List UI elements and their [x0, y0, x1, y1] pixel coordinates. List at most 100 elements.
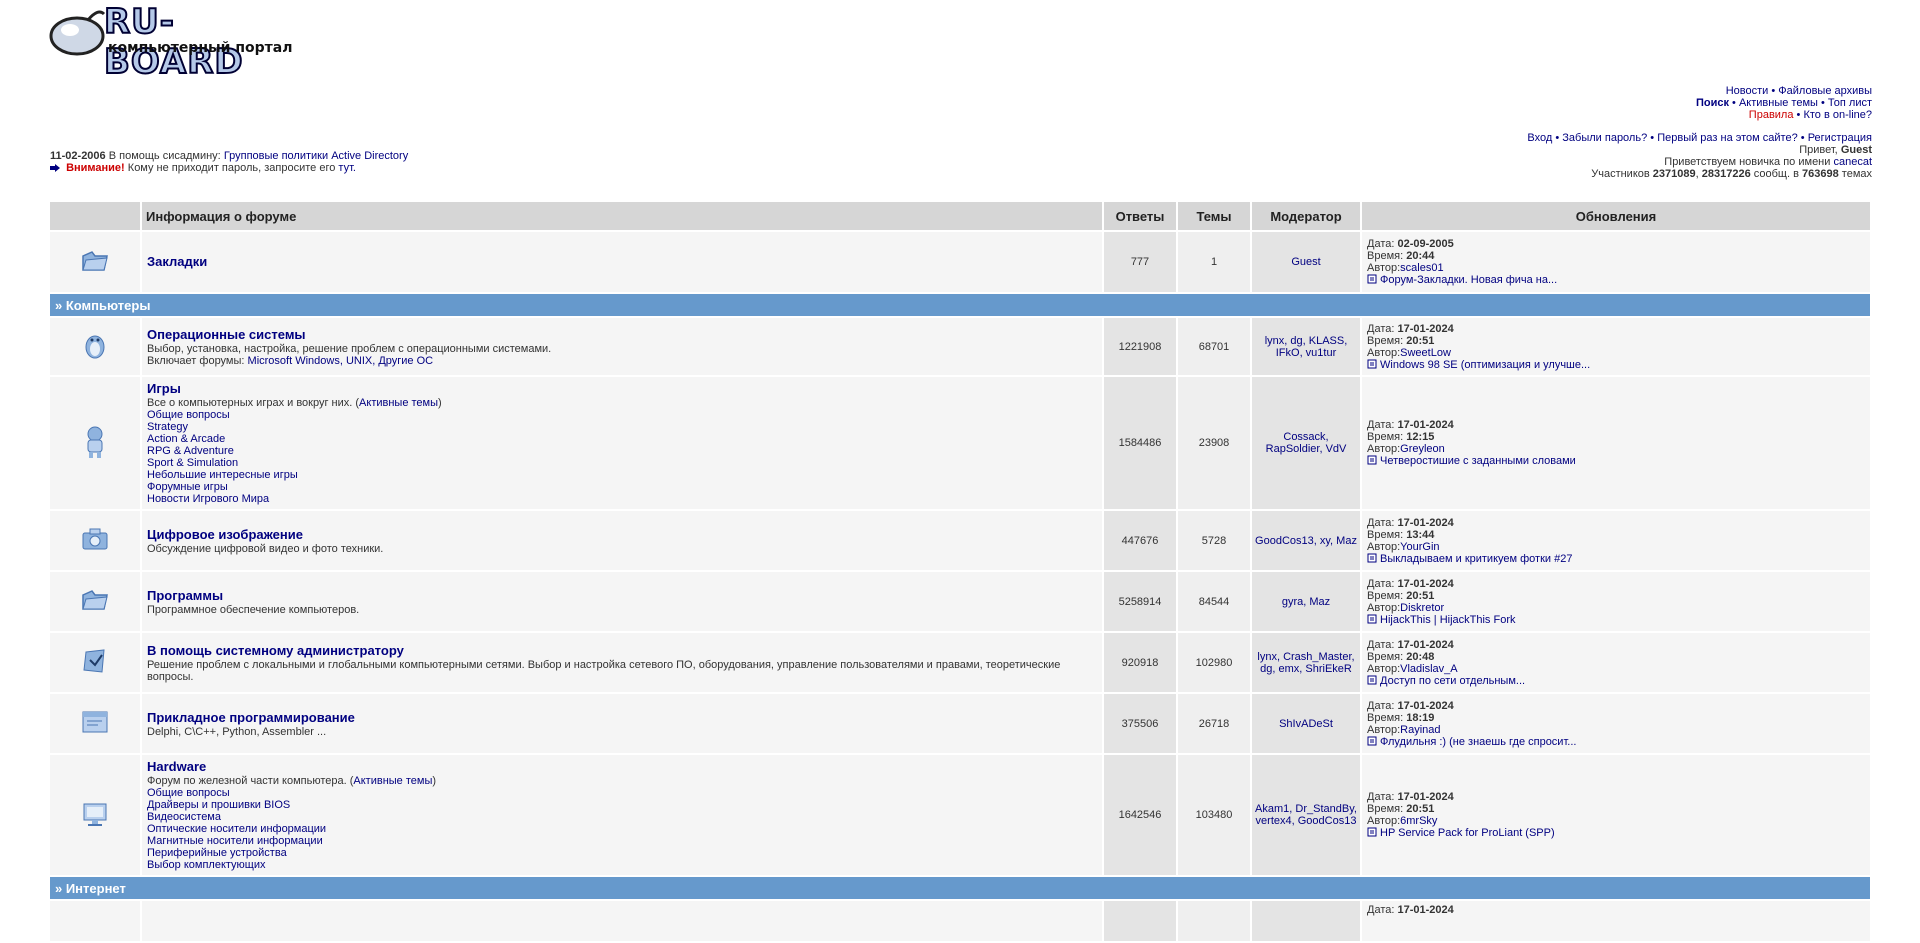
moderator-link[interactable]: gyra, Maz	[1282, 596, 1330, 608]
forum-title-link[interactable]: Программы	[147, 588, 223, 603]
moderator-link[interactable]: GoodCos13, xy, Maz	[1255, 535, 1357, 547]
subforum-links[interactable]: Microsoft Windows, UNIX, Другие ОС	[248, 355, 434, 367]
category-label[interactable]: » Компьютеры	[50, 294, 1870, 316]
subforum-link[interactable]: Форумные игры	[147, 481, 228, 493]
nav-top-link[interactable]: Топ лист	[1828, 97, 1872, 109]
subforum-link[interactable]: Оптические носители информации	[147, 823, 326, 835]
subforum-link[interactable]: Магнитные носители информации	[147, 835, 323, 847]
last-post-link[interactable]: Флудильня :) (не знаешь где спросит...	[1380, 736, 1576, 748]
last-post-link[interactable]: Доступ по сети отдельным...	[1380, 675, 1525, 687]
forum-title-link[interactable]: Прикладное программирование	[147, 710, 355, 725]
forum-row: Дата: 17-01-2024	[50, 901, 1870, 941]
nav-news-link[interactable]: Новости	[1726, 85, 1769, 97]
info-bar: 11-02-2006 В помощь сисадмину: Групповые…	[50, 150, 408, 174]
last-update-cell: Дата: 17-01-2024 Время: 13:44 Автор:Your…	[1362, 511, 1870, 570]
update-author-link[interactable]: SweetLow	[1400, 347, 1451, 359]
replies-count: 5258914	[1104, 572, 1176, 631]
nav-online-link[interactable]: Кто в on-line?	[1803, 109, 1872, 121]
header-moderator: Модератор	[1252, 202, 1360, 230]
time-label: Время:	[1367, 250, 1404, 262]
greeting-label: Привет,	[1799, 144, 1838, 156]
forum-description: Обсуждение цифровой видео и фото техники…	[147, 542, 384, 555]
subforum-link[interactable]: Драйверы и прошивки BIOS	[147, 799, 290, 811]
nav-search-link[interactable]: Поиск	[1696, 97, 1729, 109]
page: RU-BOARD компьютерный портал Новости • Ф…	[0, 0, 1920, 941]
forum-title-link[interactable]: Закладки	[147, 254, 207, 269]
update-author-link[interactable]: scales01	[1400, 262, 1443, 274]
subforum-link[interactable]: RPG & Adventure	[147, 445, 234, 457]
moderator-link[interactable]: Cossack, RapSoldier, VdV	[1266, 431, 1347, 455]
forum-title-link[interactable]: Операционные системы	[147, 327, 306, 342]
last-update-cell: Дата: 17-01-2024	[1362, 901, 1870, 941]
moderator-link[interactable]: lynx, dg, KLASS, IFkO, vu1tur	[1265, 335, 1348, 359]
subforum-link[interactable]: Небольшие интересные игры	[147, 469, 298, 481]
warning-link[interactable]: тут.	[338, 162, 356, 174]
document-icon	[1367, 455, 1377, 465]
update-time: 20:51	[1406, 803, 1435, 815]
subforum-link[interactable]: Action & Arcade	[147, 433, 225, 445]
nav-active-link[interactable]: Активные темы	[1739, 97, 1818, 109]
nav-rules-link[interactable]: Правила	[1749, 109, 1794, 121]
update-author-link[interactable]: Diskretor	[1400, 602, 1444, 614]
last-post-link[interactable]: Выкладываем и критикуем фотки #27	[1380, 553, 1572, 565]
update-author-link[interactable]: 6mrSky	[1400, 815, 1437, 827]
newbie-user-link[interactable]: canecat	[1833, 156, 1872, 168]
last-post-link[interactable]: HijackThis | HijackThis Fork	[1380, 614, 1516, 626]
forum-icon-cell	[50, 318, 140, 375]
subforum-link[interactable]: Выбор комплектующих	[147, 859, 266, 871]
topics-count: 1	[1178, 232, 1250, 292]
warning-label: Внимание!	[66, 162, 125, 174]
forum-title-link[interactable]: Игры	[147, 381, 181, 396]
forgot-password-link[interactable]: Забыли пароль?	[1562, 132, 1647, 144]
last-update-cell: Дата: 17-01-2024 Время: 12:15 Автор:Grey…	[1362, 377, 1870, 509]
forum-table: Информация о форуме Ответы Темы Модерато…	[48, 200, 1872, 943]
forum-title-link[interactable]: В помощь системному администратору	[147, 643, 404, 658]
forum-title-link[interactable]: Hardware	[147, 759, 206, 774]
update-author-link[interactable]: Rayinad	[1400, 724, 1440, 736]
update-time: 20:48	[1406, 650, 1435, 663]
update-author-link[interactable]: Greyleon	[1400, 443, 1445, 455]
subforum-link[interactable]: Периферийные устройства	[147, 847, 287, 859]
help-article-link[interactable]: Групповые политики Active Directory	[224, 150, 408, 162]
nav-archives-link[interactable]: Файловые архивы	[1778, 85, 1872, 97]
subforum-link[interactable]: Общие вопросы	[147, 409, 230, 421]
document-icon	[1367, 675, 1377, 684]
subforum-link[interactable]: Новости Игрового Мира	[147, 493, 269, 505]
login-link[interactable]: Вход	[1527, 132, 1552, 144]
moderator-cell: lynx, dg, KLASS, IFkO, vu1tur	[1252, 318, 1360, 375]
moderator-link[interactable]: Guest	[1291, 256, 1320, 268]
last-post-link[interactable]: Windows 98 SE (оптимизация и улучше...	[1380, 359, 1590, 371]
admin-tools-icon	[83, 649, 105, 673]
replies-count: 1642546	[1104, 755, 1176, 875]
site-logo[interactable]: RU-BOARD компьютерный портал	[48, 1, 308, 83]
moderator-link[interactable]: lynx, Crash_Master, dg, emx, ShriEkeR	[1257, 651, 1354, 675]
register-link[interactable]: Регистрация	[1808, 132, 1872, 144]
subforum-link[interactable]: Общие вопросы	[147, 787, 230, 799]
last-post-link[interactable]: Форум-Закладки. Новая фича на...	[1380, 274, 1557, 286]
active-topics-link[interactable]: Активные темы	[353, 775, 432, 787]
topics-count	[1178, 901, 1250, 941]
forum-info-cell: Операционные системы Выбор, установка, н…	[142, 318, 1102, 375]
update-time: 13:44	[1406, 528, 1435, 541]
separator: •	[1800, 132, 1805, 144]
update-author-link[interactable]: Vladislav_A	[1400, 663, 1457, 675]
category-label[interactable]: » Интернет	[50, 877, 1870, 899]
moderator-link[interactable]: Akam1, Dr_StandBy, vertex4, GoodCos13	[1255, 803, 1357, 827]
moderator-link[interactable]: ShIvADeSt	[1279, 718, 1333, 730]
author-label: Автор:	[1367, 723, 1401, 736]
subforum-link[interactable]: Strategy	[147, 421, 188, 433]
update-author-link[interactable]: YourGin	[1400, 541, 1439, 553]
mouse-logo-icon	[49, 10, 106, 56]
moderator-cell: gyra, Maz	[1252, 572, 1360, 631]
separator: •	[1732, 97, 1736, 109]
last-post-link[interactable]: HP Service Pack for ProLiant (SPP)	[1380, 827, 1555, 839]
subforum-link[interactable]: Sport & Simulation	[147, 457, 238, 469]
category-title: » Компьютеры	[55, 297, 151, 313]
forum-description: Форум по железной части компьютера. (	[147, 775, 354, 787]
first-time-link[interactable]: Первый раз на этом сайте?	[1657, 132, 1798, 144]
active-topics-link[interactable]: Активные темы	[359, 397, 438, 409]
last-post-link[interactable]: Четверостишие с заданными словами	[1380, 455, 1576, 467]
forum-title-link[interactable]: Цифровое изображение	[147, 527, 303, 542]
subforum-link[interactable]: Видеосистема	[147, 811, 221, 823]
last-update-cell: Дата: 17-01-2024 Время: 20:51 Автор:Swee…	[1362, 318, 1870, 375]
